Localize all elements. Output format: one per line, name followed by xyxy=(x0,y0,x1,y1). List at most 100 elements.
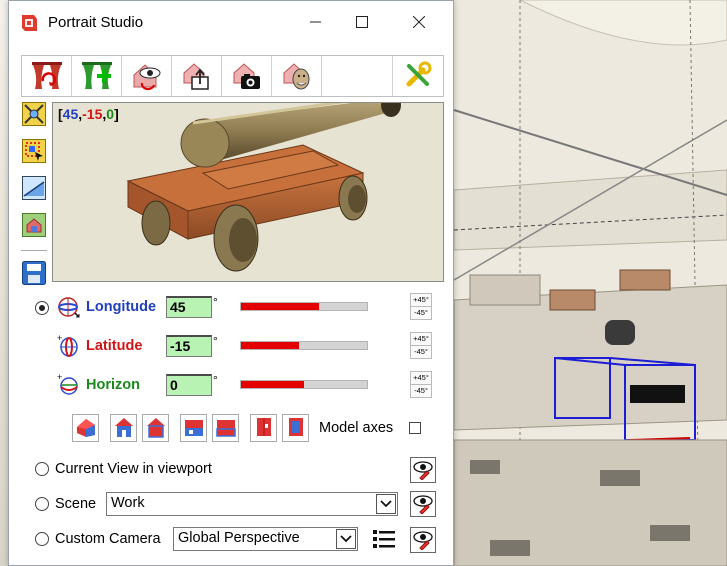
coord-bracket-close: ] xyxy=(114,106,119,122)
current-view-apply-button[interactable] xyxy=(410,457,436,483)
perspective-button[interactable] xyxy=(21,175,47,203)
toolbar-spacer xyxy=(322,56,393,96)
scene-select-value: Work xyxy=(111,495,145,511)
longitude-input[interactable]: 45 xyxy=(166,296,212,318)
sketchup-app-icon xyxy=(18,12,40,34)
scene-apply-button[interactable] xyxy=(410,491,436,517)
latitude-input[interactable]: -15 xyxy=(166,335,212,357)
minimize-icon xyxy=(310,15,322,31)
latitude-minus-button[interactable]: -45° xyxy=(411,346,431,359)
latitude-label: Latitude xyxy=(86,338,143,354)
camera-select-arrow[interactable] xyxy=(336,529,356,549)
main-toolbar xyxy=(21,55,444,97)
settings-button[interactable] xyxy=(393,56,443,96)
horizon-axis-icon: + xyxy=(57,372,81,400)
longitude-minus-button[interactable]: -45° xyxy=(411,307,431,320)
house-portrait-icon xyxy=(280,59,314,94)
curtain-add-icon xyxy=(80,59,114,94)
scene-select[interactable]: Work xyxy=(106,492,398,516)
save-button[interactable] xyxy=(21,260,47,288)
latitude-stepper: +45° -45° xyxy=(410,332,432,359)
window-title: Portrait Studio xyxy=(48,14,144,31)
side-toolbar-separator xyxy=(21,250,47,251)
zoom-extents-button[interactable] xyxy=(21,101,47,129)
scene-label: Scene xyxy=(55,496,97,512)
longitude-stepper: +45° -45° xyxy=(410,293,432,320)
longitude-axis-icon xyxy=(57,295,81,322)
latitude-slider-fill xyxy=(241,342,299,349)
floppy-disk-icon xyxy=(22,260,46,288)
back-view-button[interactable] xyxy=(142,414,169,442)
background-button[interactable] xyxy=(21,212,47,240)
house-background-icon xyxy=(22,212,46,240)
latitude-plus-button[interactable]: +45° xyxy=(411,333,431,346)
horizon-slider[interactable] xyxy=(240,380,368,389)
longitude-degree: ° xyxy=(213,295,218,309)
coord-z: 0 xyxy=(106,106,115,122)
eye-pencil-icon xyxy=(412,458,434,483)
coord-x: 45 xyxy=(62,106,79,122)
longitude-plus-button[interactable]: +45° xyxy=(411,294,431,307)
horizon-plus-button[interactable]: +45° xyxy=(411,372,431,385)
custom-camera-apply-button[interactable] xyxy=(410,527,436,553)
close-button[interactable] xyxy=(396,8,442,38)
zoom-extents-icon xyxy=(22,101,46,129)
export-button[interactable] xyxy=(172,56,222,96)
longitude-radio[interactable] xyxy=(35,301,49,315)
maximize-button[interactable] xyxy=(339,8,385,38)
horizon-slider-fill xyxy=(241,381,304,388)
view-refresh-button[interactable] xyxy=(122,56,172,96)
front-view-button[interactable] xyxy=(110,414,137,442)
portrait-button[interactable] xyxy=(272,56,322,96)
rotation-coordinates: [45,-15,0] xyxy=(58,106,119,122)
latitude-axis-icon: + xyxy=(57,333,81,361)
horizon-input[interactable]: 0 xyxy=(166,374,212,396)
svg-text:+: + xyxy=(57,373,62,382)
chevron-down-icon xyxy=(340,531,352,547)
refresh-scene-button[interactable] xyxy=(22,56,72,96)
house-front-icon xyxy=(113,416,135,441)
select-component-button[interactable] xyxy=(21,138,47,166)
current-view-radio[interactable] xyxy=(35,462,49,476)
scene-radio[interactable] xyxy=(35,497,49,511)
house-right-icon xyxy=(215,416,237,441)
list-icon xyxy=(372,528,396,553)
right-view-button[interactable] xyxy=(212,414,239,442)
house-top-icon xyxy=(253,416,275,441)
wrench-screwdriver-icon xyxy=(403,60,433,93)
add-scene-button[interactable] xyxy=(72,56,122,96)
latitude-slider[interactable] xyxy=(240,341,368,350)
house-camera-icon xyxy=(230,59,264,94)
left-view-button[interactable] xyxy=(180,414,207,442)
iso-view-button[interactable] xyxy=(72,414,99,442)
custom-camera-label: Custom Camera xyxy=(55,531,161,547)
minimize-button[interactable] xyxy=(293,8,339,38)
eye-pencil-icon xyxy=(412,528,434,553)
horizon-degree: ° xyxy=(213,373,218,387)
scene-select-arrow[interactable] xyxy=(376,494,396,514)
longitude-label: Longitude xyxy=(86,299,157,315)
camera-list-button[interactable] xyxy=(371,527,397,553)
horizon-minus-button[interactable]: -45° xyxy=(411,385,431,398)
camera-select[interactable]: Global Perspective xyxy=(173,527,358,551)
portrait-studio-window: Portrait Studio [45,-15,0] Longitude 45 … xyxy=(8,0,454,566)
model-axes-checkbox[interactable] xyxy=(409,422,421,434)
close-icon xyxy=(412,15,426,31)
coord-y: -15 xyxy=(82,106,103,122)
house-back-icon xyxy=(145,416,167,441)
horizon-stepper: +45° -45° xyxy=(410,371,432,398)
camera-select-value: Global Perspective xyxy=(178,530,300,546)
model-preview[interactable]: [45,-15,0] xyxy=(52,102,444,282)
snapshot-button[interactable] xyxy=(222,56,272,96)
horizon-label: Horizon xyxy=(86,377,140,393)
custom-camera-radio[interactable] xyxy=(35,532,49,546)
perspective-icon xyxy=(22,175,46,203)
select-component-icon xyxy=(22,138,46,166)
top-view-button[interactable] xyxy=(250,414,277,442)
title-bar[interactable]: Portrait Studio xyxy=(9,1,453,45)
bottom-view-button[interactable] xyxy=(282,414,309,442)
curtain-refresh-icon xyxy=(30,59,64,94)
longitude-slider-fill xyxy=(241,303,320,310)
house-left-icon xyxy=(183,416,205,441)
longitude-slider[interactable] xyxy=(240,302,368,311)
